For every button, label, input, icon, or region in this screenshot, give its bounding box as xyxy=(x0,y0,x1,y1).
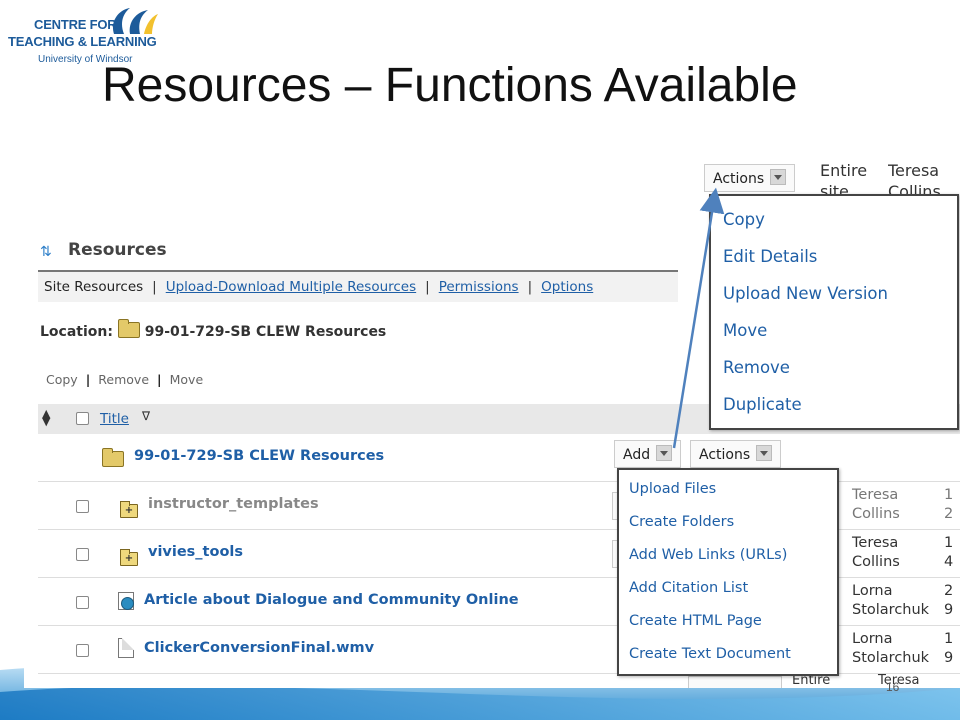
callout-arrow xyxy=(672,187,725,449)
slide-title: Resources – Functions Available xyxy=(102,59,798,112)
logo-line-2: TEACHING & LEARNING xyxy=(8,34,157,49)
page-number: 16 xyxy=(886,680,900,694)
resources-screenshot: ⇅ Resources Site Resources | Upload-Downlo… xyxy=(24,150,960,688)
logo-line-1: CENTRE FOR xyxy=(34,17,117,32)
slide: CENTRE FOR TEACHING & LEARNING Universit… xyxy=(0,0,960,720)
